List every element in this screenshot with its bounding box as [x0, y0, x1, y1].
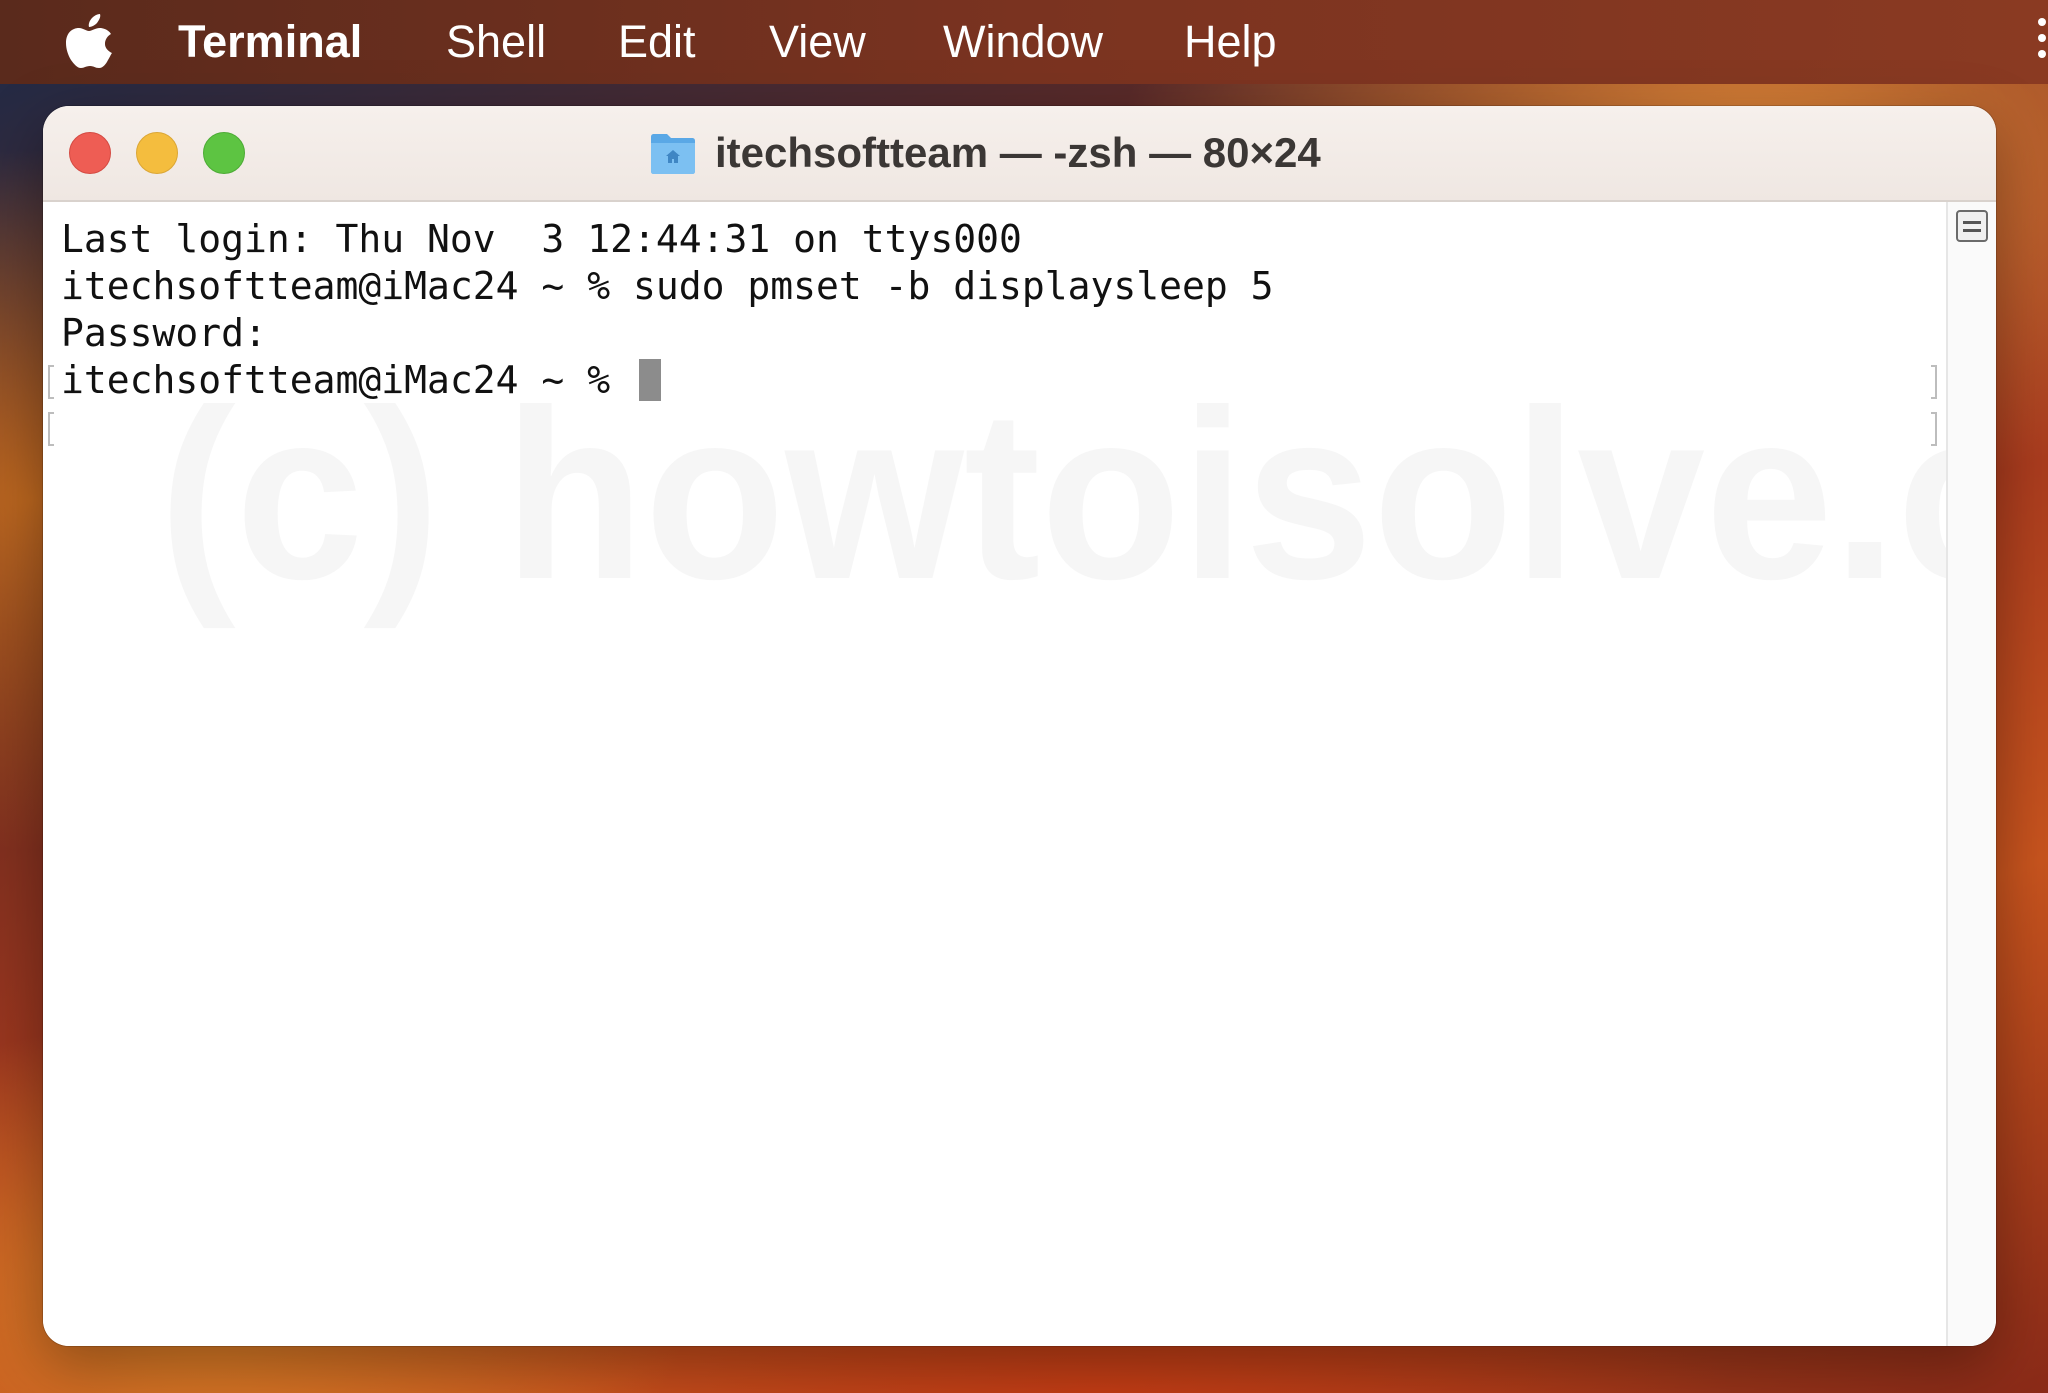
terminal-window: itechsoftteam — -zsh — 80×24 (c) howtois…: [43, 106, 1996, 1346]
command-mark-right: [1931, 412, 1937, 446]
terminal-line-command: itechsoftteam@iMac24 ~ % sudo pmset -b d…: [61, 264, 1274, 308]
prompt-text: itechsoftteam@iMac24 ~ %: [61, 358, 633, 402]
menu-view[interactable]: View: [769, 12, 866, 72]
text-cursor: [638, 359, 661, 401]
close-button[interactable]: [69, 132, 111, 174]
menu-help[interactable]: Help: [1184, 12, 1277, 72]
apple-logo-icon[interactable]: [64, 14, 114, 70]
home-folder-icon: [651, 134, 695, 174]
menu-app-terminal[interactable]: Terminal: [178, 12, 362, 72]
window-title: itechsoftteam — -zsh — 80×24: [715, 129, 1321, 176]
minimize-button[interactable]: [136, 132, 178, 174]
watermark: (c) howtoisolve.com: [159, 374, 1996, 616]
split-pane-icon[interactable]: [1956, 210, 1988, 242]
menu-shell[interactable]: Shell: [446, 12, 546, 72]
menu-edit[interactable]: Edit: [618, 12, 696, 72]
command-mark-right: [1931, 365, 1937, 399]
scrollbar[interactable]: [1946, 202, 1996, 1346]
menu-extras-icon[interactable]: [2038, 18, 2048, 68]
menu-window[interactable]: Window: [943, 12, 1103, 72]
window-title-group: itechsoftteam — -zsh — 80×24: [649, 124, 1321, 182]
command-mark-left: [48, 365, 54, 399]
menu-bar: Terminal Shell Edit View Window Help: [0, 0, 2048, 84]
command-mark-left: [48, 412, 54, 446]
terminal-line-prompt[interactable]: itechsoftteam@iMac24 ~ %: [61, 357, 661, 404]
terminal-line-password: Password:: [61, 311, 267, 355]
terminal-line-last-login: Last login: Thu Nov 3 12:44:31 on ttys00…: [61, 217, 1022, 261]
title-bar[interactable]: itechsoftteam — -zsh — 80×24: [43, 106, 1996, 202]
zoom-button[interactable]: [203, 132, 245, 174]
